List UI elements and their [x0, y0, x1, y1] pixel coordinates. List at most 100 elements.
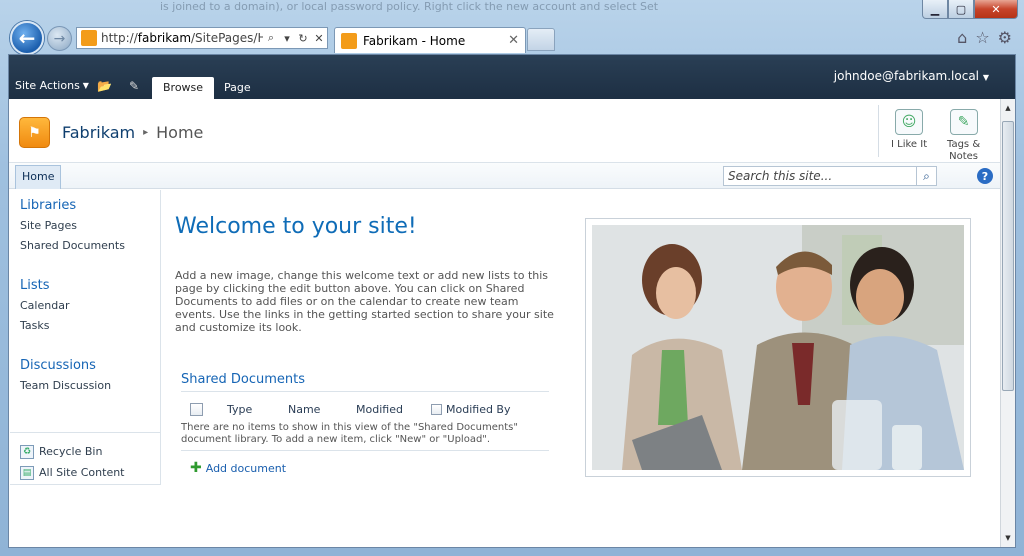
tab-page[interactable]: Page [213, 77, 262, 99]
tab-browse[interactable]: Browse [152, 77, 215, 99]
column-type[interactable]: Type [227, 403, 288, 416]
column-name[interactable]: Name [288, 403, 356, 416]
main-content: Welcome to your site! Add a new image, c… [175, 190, 555, 476]
nav-heading-discussions[interactable]: Discussions [10, 358, 160, 373]
nav-heading-lists[interactable]: Lists [10, 278, 160, 293]
chevron-down-icon: ▼ [982, 73, 989, 82]
recycle-bin-icon: ♻ [20, 444, 34, 459]
browser-tools: ⌂ ☆ ⚙ [957, 28, 1012, 47]
favorites-star-icon[interactable]: ☆ [975, 28, 989, 47]
breadcrumb-current: Home [156, 123, 204, 142]
thumbs-up-tag-icon: ☺ [895, 109, 924, 135]
top-navigation: Home Search this site... ⌕ ? [9, 163, 1015, 189]
scrollbar-thumb[interactable] [1002, 121, 1014, 391]
column-modified-by[interactable]: Modified By [446, 403, 511, 416]
address-url[interactable]: http://fabrikam/SitePages/Hor [101, 31, 263, 45]
nav-item-team-discussion[interactable]: Team Discussion [10, 379, 160, 392]
add-icon: ✚ [190, 460, 202, 476]
title-area: ⚑ Fabrikam ▸ Home ☺ I Like It ✎ Tags & N… [9, 99, 1015, 163]
url-path: /SitePages/Hor [191, 31, 263, 45]
nav-item-calendar[interactable]: Calendar [10, 299, 160, 312]
breadcrumb-separator-icon: ▸ [143, 127, 149, 138]
library-header-row: Type Name Modified Modified By [181, 396, 549, 422]
window-controls: ▁ ▢ ✕ [922, 0, 1018, 19]
column-modified[interactable]: Modified [356, 403, 431, 416]
scroll-up-icon[interactable]: ▲ [1002, 101, 1014, 115]
user-menu[interactable]: johndoe@fabrikam.local ▼ [834, 69, 989, 83]
welcome-text: Add a new image, change this welcome tex… [175, 269, 554, 334]
all-site-content-link[interactable]: ▤ All Site Content [10, 462, 161, 483]
chevron-down-icon: ▼ [82, 81, 89, 90]
modified-by-filter-icon [431, 403, 442, 415]
i-like-it-button[interactable]: ☺ I Like It [891, 109, 927, 151]
quick-launch-footer: ♻ Recycle Bin ▤ All Site Content [10, 432, 161, 483]
site-actions-label: Site Actions [15, 79, 80, 92]
address-bar[interactable]: http://fabrikam/SitePages/Hor ⌕ ▾ ↻ ✕ [76, 27, 328, 49]
site-content-icon: ▤ [20, 465, 34, 480]
stop-icon[interactable]: ✕ [311, 32, 327, 45]
back-button[interactable]: ← [10, 21, 44, 55]
nav-item-site-pages[interactable]: Site Pages [10, 219, 160, 232]
browser-tab[interactable]: Fabrikam - Home ✕ [334, 27, 526, 53]
tags-notes-label-2: Notes [949, 151, 978, 162]
add-document-link[interactable]: ✚ Add document [181, 460, 549, 476]
select-all-checkbox[interactable] [190, 402, 203, 416]
welcome-image-frame [585, 218, 971, 477]
library-title[interactable]: Shared Documents [181, 372, 549, 392]
home-icon[interactable]: ⌂ [957, 28, 967, 47]
back-arrow-icon: ← [18, 26, 36, 50]
nav-item-shared-documents[interactable]: Shared Documents [10, 239, 160, 252]
forward-button[interactable]: → [47, 26, 72, 51]
page-title: Welcome to your site! [175, 214, 417, 239]
divider [878, 105, 879, 157]
recycle-bin-label: Recycle Bin [39, 445, 103, 458]
nav-heading-libraries[interactable]: Libraries [10, 198, 160, 213]
user-name: johndoe@fabrikam.local [833, 69, 980, 83]
help-icon[interactable]: ? [977, 168, 993, 184]
forward-arrow-icon: → [53, 30, 66, 47]
breadcrumb: Fabrikam ▸ Home [62, 123, 203, 142]
vertical-scrollbar[interactable]: ▲ ▼ [1000, 99, 1015, 547]
nav-section-libraries: Libraries Site Pages Shared Documents [10, 198, 160, 252]
add-document-label: Add document [205, 461, 287, 475]
all-site-content-label: All Site Content [39, 466, 125, 479]
site-favicon-icon [81, 30, 97, 46]
tags-notes-button[interactable]: ✎ Tags & Notes [947, 109, 980, 163]
url-host: fabrikam [137, 31, 192, 45]
site-logo-icon[interactable]: ⚑ [19, 117, 50, 148]
search-input[interactable]: Search this site... [724, 169, 916, 183]
gear-icon[interactable]: ⚙ [998, 28, 1012, 47]
close-button[interactable]: ✕ [974, 0, 1018, 19]
nav-item-tasks[interactable]: Tasks [10, 319, 160, 332]
tags-notes-icon: ✎ [949, 109, 978, 135]
tab-favicon-icon [341, 32, 357, 49]
nav-home[interactable]: Home [15, 165, 62, 189]
tab-close-icon[interactable]: ✕ [508, 33, 519, 48]
search-icon[interactable]: ⌕ [263, 31, 279, 45]
team-photo [592, 225, 964, 470]
search-box[interactable]: Search this site... ⌕ [723, 166, 937, 186]
minimize-button[interactable]: ▁ [922, 0, 948, 19]
library-empty-message: There are no items to show in this view … [181, 422, 549, 451]
shared-documents-webpart: Shared Documents Type Name Modified Modi… [175, 372, 549, 476]
dropdown-icon[interactable]: ▾ [279, 32, 295, 45]
nav-section-discussions: Discussions Team Discussion [10, 358, 160, 392]
new-tab-button[interactable] [527, 28, 555, 51]
team-photo-illustration [592, 225, 964, 470]
tags-notes-label-1: Tags & [947, 139, 981, 150]
search-icon[interactable]: ⌕ [916, 167, 936, 185]
scroll-down-icon[interactable]: ▼ [1002, 531, 1014, 545]
tab-title: Fabrikam - Home [363, 33, 466, 48]
recycle-bin-link[interactable]: ♻ Recycle Bin [10, 441, 161, 462]
site-actions-menu[interactable]: Site Actions ▼ [15, 79, 89, 92]
nav-section-lists: Lists Calendar Tasks [10, 278, 160, 332]
maximize-button[interactable]: ▢ [948, 0, 974, 19]
refresh-icon[interactable]: ↻ [295, 32, 311, 45]
sharepoint-page: Site Actions ▼ 📂 ✎ Browse Page johndoe@f… [8, 54, 1016, 548]
url-prefix: http:// [101, 31, 138, 45]
background-window-text: is joined to a domain), or local passwor… [160, 0, 659, 13]
quick-launch: Libraries Site Pages Shared Documents Li… [10, 190, 161, 485]
edit-page-icon[interactable]: ✎ [129, 79, 143, 93]
breadcrumb-site[interactable]: Fabrikam [62, 123, 135, 142]
navigate-up-icon[interactable]: 📂 [97, 79, 112, 93]
